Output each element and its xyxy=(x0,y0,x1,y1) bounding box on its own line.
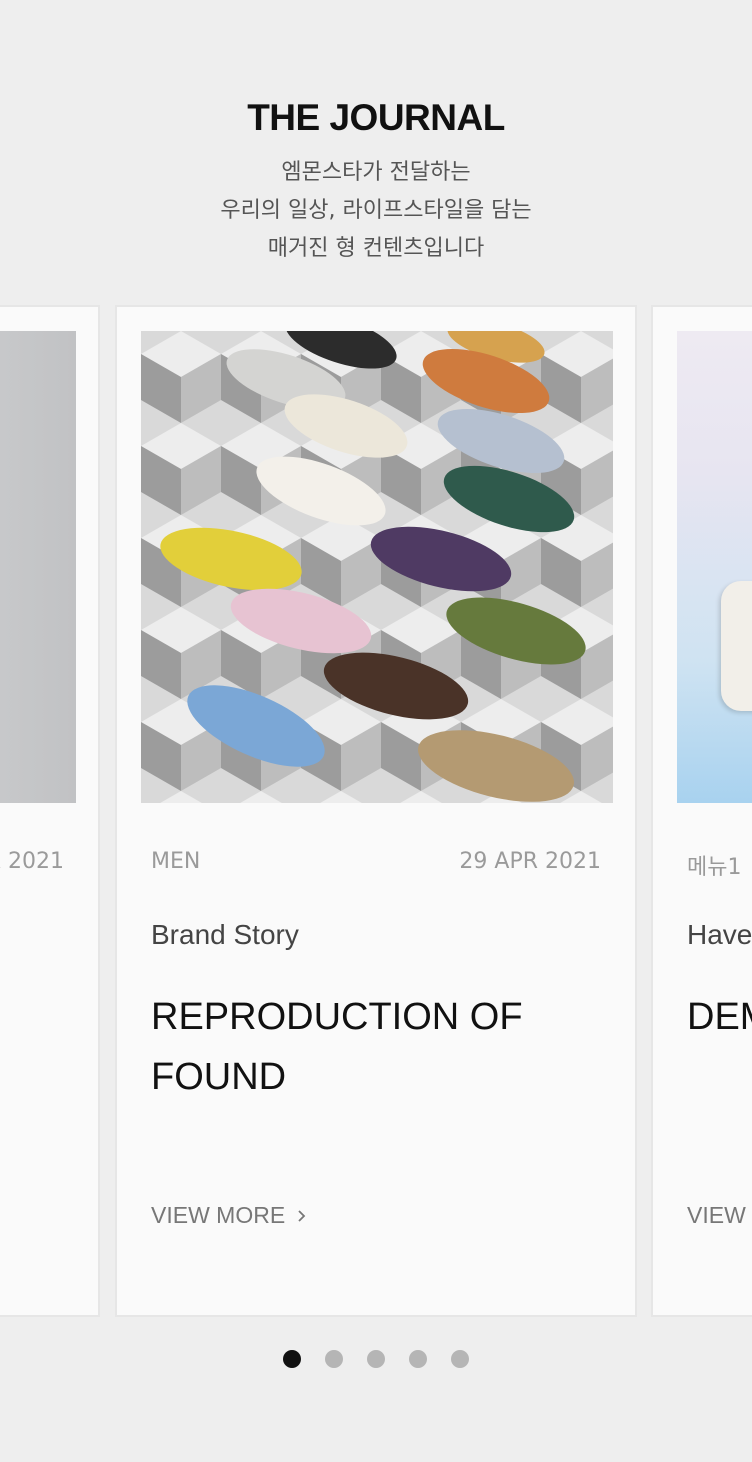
journal-card-current[interactable]: MEN 29 APR 2021 Brand Story REPRODUCTION… xyxy=(115,305,637,1317)
card-title[interactable]: DEM xyxy=(687,987,752,1047)
card-date: 29 APR 2021 xyxy=(459,849,601,874)
subtitle-line: 우리의 일상, 라이프스타일을 담는 xyxy=(220,198,532,223)
card-date: R 2021 xyxy=(0,849,64,874)
journal-carousel[interactable]: R 2021 xyxy=(0,305,752,1317)
card-title[interactable]: REPRODUCTION OF FOUND xyxy=(151,987,591,1107)
journal-header: THE JOURNAL 엠몬스타가 전달하는 우리의 일상, 라이프스타일을 담… xyxy=(0,96,752,268)
pagination-dot-2[interactable] xyxy=(325,1350,343,1368)
card-image[interactable] xyxy=(141,331,613,803)
view-more-label: VIEW MORE xyxy=(151,1202,286,1228)
page-title: THE JOURNAL xyxy=(247,97,505,138)
subtitle-line: 엠몬스타가 전달하는 xyxy=(281,160,471,185)
card-image[interactable] xyxy=(0,331,76,803)
journal-card-previous[interactable]: R 2021 xyxy=(0,305,100,1317)
carousel-pagination xyxy=(0,1350,752,1368)
handbag-shape xyxy=(721,581,752,711)
card-category: 메뉴1 xyxy=(687,855,742,880)
card-photo xyxy=(677,331,752,803)
journal-card-next[interactable]: 메뉴1 Have DEM VIEW I xyxy=(651,305,752,1317)
subtitle-line: 매거진 형 컨텐츠입니다 xyxy=(267,236,485,261)
card-subtitle: Brand Story xyxy=(151,919,299,950)
view-more-label: VIEW I xyxy=(687,1202,752,1228)
chevron-right-icon xyxy=(298,1209,306,1222)
view-more-link[interactable]: VIEW MORE xyxy=(151,1202,309,1229)
card-photo xyxy=(0,331,76,803)
view-more-link[interactable]: VIEW I xyxy=(687,1202,752,1229)
pagination-dot-5[interactable] xyxy=(451,1350,469,1368)
pagination-dot-3[interactable] xyxy=(367,1350,385,1368)
pagination-dot-1[interactable] xyxy=(283,1350,301,1368)
page-subtitle: 엠몬스타가 전달하는 우리의 일상, 라이프스타일을 담는 매거진 형 컨텐츠입… xyxy=(0,154,752,268)
card-category: MEN xyxy=(151,849,201,874)
card-subtitle: Have xyxy=(687,919,752,950)
pagination-dot-4[interactable] xyxy=(409,1350,427,1368)
sneakers-photo xyxy=(141,331,613,803)
card-image[interactable] xyxy=(677,331,752,803)
